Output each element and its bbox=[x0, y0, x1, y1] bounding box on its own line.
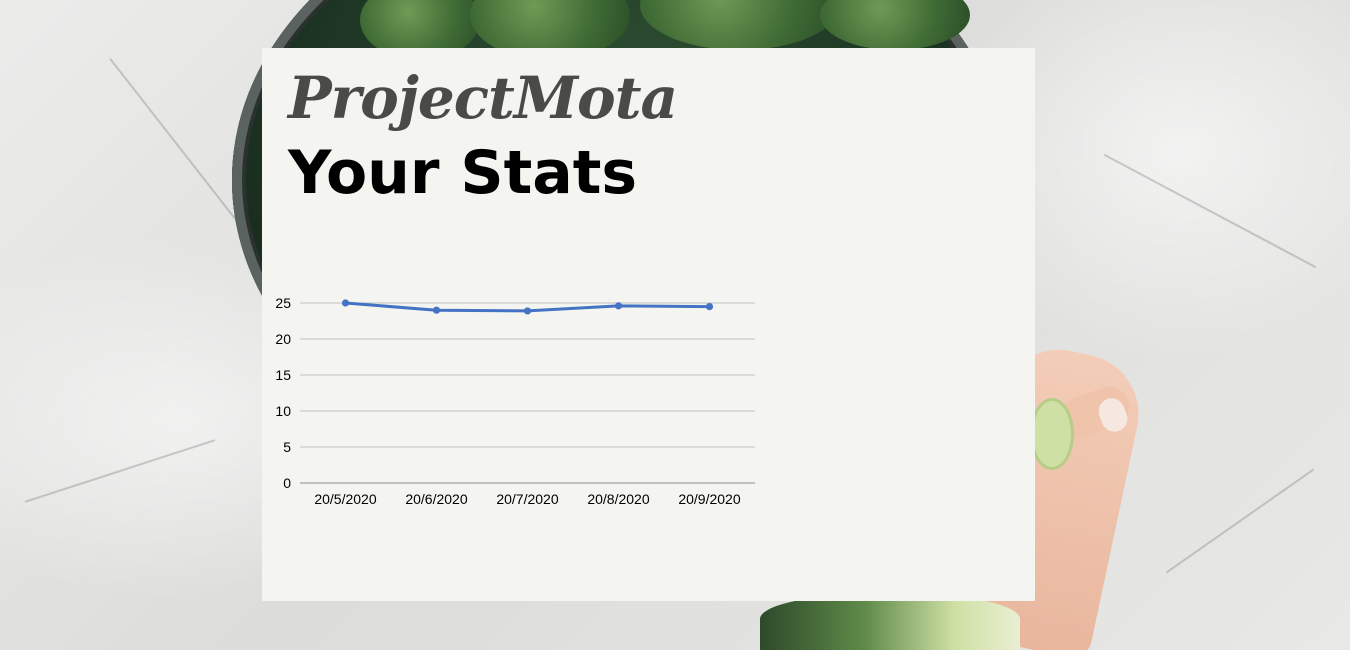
data-point bbox=[432, 306, 441, 314]
x-tick-label: 20/8/2020 bbox=[587, 491, 649, 507]
marble-vein bbox=[1103, 153, 1317, 269]
data-point bbox=[705, 303, 714, 311]
stats-line-chart: 0 5 10 15 20 25 20/5/2020 20/6/2020 20/7/2020 20/… bbox=[275, 295, 755, 507]
x-tick-label: 20/5/2020 bbox=[314, 491, 376, 507]
data-point bbox=[523, 307, 532, 315]
stats-card: ProjectMota Your Stats 0 5 10 15 20 25 20/5/20… bbox=[262, 48, 1035, 601]
vegetable-piece bbox=[760, 595, 1020, 650]
y-tick-label: 5 bbox=[283, 439, 291, 455]
x-tick-label: 20/6/2020 bbox=[405, 491, 467, 507]
data-point bbox=[614, 302, 623, 310]
y-tick-label: 10 bbox=[275, 403, 291, 419]
y-tick-label: 25 bbox=[275, 295, 291, 311]
cucumber-slice bbox=[1030, 398, 1074, 470]
marble-vein bbox=[1165, 468, 1315, 574]
y-tick-label: 0 bbox=[283, 475, 291, 491]
x-tick-label: 20/7/2020 bbox=[496, 491, 558, 507]
marble-vein bbox=[24, 439, 216, 503]
y-tick-label: 20 bbox=[275, 331, 291, 347]
x-tick-label: 20/9/2020 bbox=[678, 491, 740, 507]
y-tick-label: 15 bbox=[275, 367, 291, 383]
data-point bbox=[341, 299, 350, 307]
